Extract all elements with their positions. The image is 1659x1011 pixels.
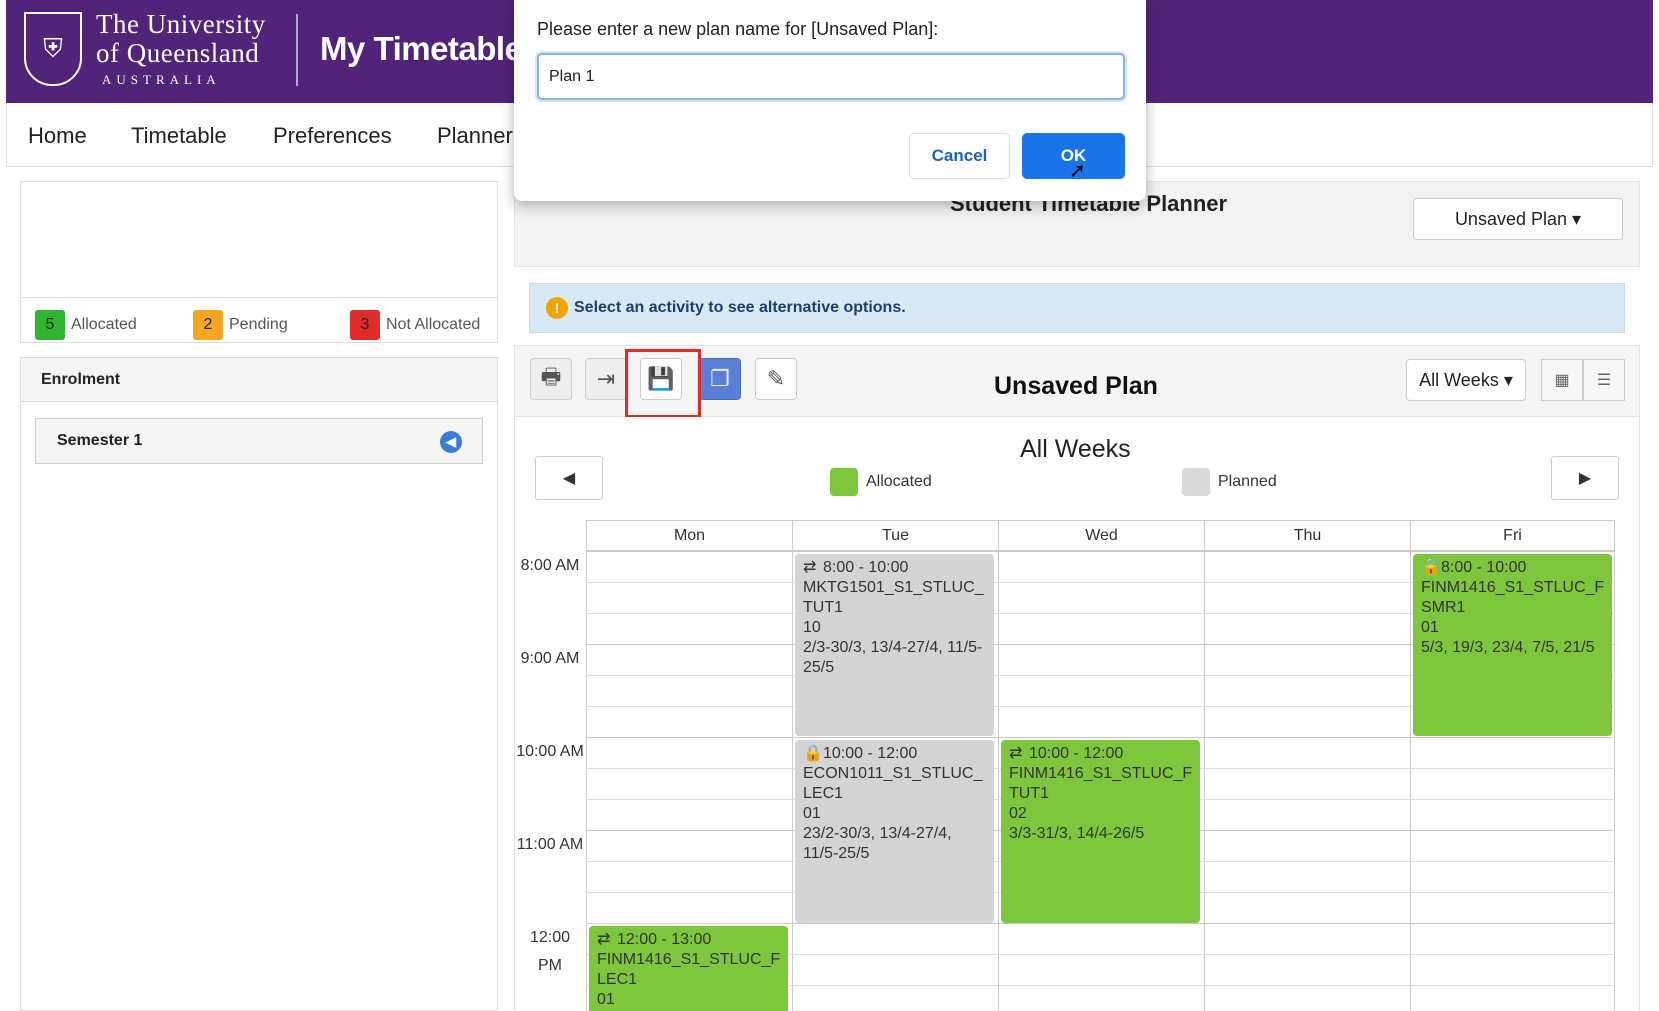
header-divider — [296, 14, 298, 86]
list-icon: ☰ — [1596, 372, 1612, 389]
day-column-thu — [1204, 551, 1410, 1011]
swap-icon: ⇄ — [597, 931, 611, 948]
uq-logo[interactable]: ⛨ The University of Queensland AUSTRALIA — [24, 10, 266, 88]
legend-allocated-label: Allocated — [866, 473, 932, 490]
time-label: 9:00 AM — [520, 650, 580, 667]
allocated-label: Allocated — [71, 316, 137, 333]
grid-line — [586, 551, 1615, 552]
app-title[interactable]: My Timetable — [320, 30, 523, 68]
semester-label: Semester 1 — [57, 432, 143, 449]
lock-icon: 🔒 — [803, 745, 823, 762]
allocated-swatch — [830, 468, 858, 496]
event-card[interactable]: 🔒8:00 - 10:00 FINM1416_S1_STLUC_F SMR1 0… — [1413, 554, 1612, 736]
enrolment-heading: Enrolment — [21, 358, 497, 402]
next-week-button[interactable]: ▶ — [1551, 456, 1619, 500]
print-button[interactable]: 🖶 — [530, 358, 572, 400]
dialog-message: Please enter a new plan name for [Unsave… — [537, 19, 939, 39]
time-label: 8:00 AM — [520, 557, 580, 574]
not-allocated-count-badge: 3 — [350, 310, 380, 340]
status-not-allocated: 3 Not Allocated — [350, 310, 480, 340]
allocated-count-badge: 5 — [35, 310, 65, 340]
grid-view-button[interactable]: ▦ — [1541, 359, 1583, 401]
weeks-dropdown[interactable]: All Weeks ▾ — [1406, 359, 1526, 401]
event-card[interactable]: ⇄ 10:00 - 12:00 FINM1416_S1_STLUC_F TUT1 … — [1001, 740, 1200, 923]
university-name-line3: AUSTRALIA — [102, 72, 221, 87]
pending-label: Pending — [229, 316, 288, 333]
cancel-button[interactable]: Cancel — [909, 133, 1010, 179]
arrow-right-icon: ▶ — [1578, 470, 1592, 487]
warning-icon: ! — [546, 297, 568, 319]
time-label: 11:00 AM — [516, 836, 584, 853]
list-view-button[interactable]: ☰ — [1583, 359, 1625, 401]
allocation-summary-panel: 5 Allocated 2 Pending 3 Not Allocated — [20, 181, 498, 343]
nav-preferences[interactable]: Preferences — [273, 123, 392, 149]
event-card[interactable]: ⇄ 12:00 - 13:00 FINM1416_S1_STLUC_F LEC1 … — [589, 926, 788, 1011]
export-icon: ⇥ — [596, 366, 616, 391]
grid-line — [586, 737, 1615, 738]
rename-plan-dialog: Please enter a new plan name for [Unsave… — [514, 0, 1146, 201]
plan-name-input[interactable] — [537, 53, 1125, 100]
day-header-thu: Thu — [1204, 520, 1410, 551]
swap-icon: ⇄ — [1009, 745, 1023, 762]
legend-allocated: Allocated — [830, 468, 932, 496]
not-allocated-label: Not Allocated — [386, 316, 481, 333]
legend-planned: Planned — [1182, 468, 1277, 496]
nav-planner[interactable]: Planner — [437, 123, 513, 149]
globe-icon[interactable]: ◀ — [440, 431, 462, 453]
copy-button[interactable]: ❐ — [699, 358, 741, 400]
university-name-line2: of Queensland — [96, 38, 260, 68]
day-header-wed: Wed — [998, 520, 1204, 551]
pencil-icon: ✎ — [766, 366, 786, 391]
plan-name-title: Unsaved Plan — [994, 372, 1158, 400]
semester-item[interactable]: Semester 1 ◀ — [35, 418, 483, 464]
info-message: Select an activity to see alternative op… — [574, 299, 906, 316]
status-row: 5 Allocated 2 Pending 3 Not Allocated — [21, 297, 497, 344]
save-button-highlight — [625, 349, 701, 418]
university-name-line1: The University — [96, 9, 266, 39]
nav-timetable[interactable]: Timetable — [131, 123, 227, 149]
mouse-cursor-icon: ➚ — [1069, 160, 1086, 182]
time-label: 12:00 PM — [529, 929, 571, 974]
status-pending: 2 Pending — [193, 310, 288, 340]
status-allocated: 5 Allocated — [35, 310, 137, 340]
grid-line — [586, 923, 1615, 924]
plan-dropdown[interactable]: Unsaved Plan ▾ — [1413, 198, 1623, 240]
edit-button[interactable]: ✎ — [755, 358, 797, 400]
lock-icon: 🔒 — [1421, 559, 1441, 576]
pending-count-badge: 2 — [193, 310, 223, 340]
weeks-title: All Weeks — [1020, 435, 1131, 463]
day-header-tue: Tue — [792, 520, 998, 551]
event-card[interactable]: 🔒10:00 - 12:00 ECON1011_S1_STLUC_ LEC1 0… — [795, 740, 994, 923]
timetable-grid: Mon Tue Wed Thu Fri ⇄ 8:00 - 10:00 MKTG15… — [586, 520, 1615, 1011]
arrow-left-icon: ◀ — [562, 470, 576, 487]
day-header-mon: Mon — [586, 520, 792, 551]
day-header-fri: Fri — [1410, 520, 1615, 551]
planned-swatch — [1182, 468, 1210, 496]
printer-icon: 🖶 — [540, 364, 562, 389]
enrolment-panel: Enrolment Semester 1 ◀ — [20, 357, 498, 1011]
event-card[interactable]: ⇄ 8:00 - 10:00 MKTG1501_S1_STLUC_ TUT1 10… — [795, 554, 994, 736]
swap-icon: ⇄ — [803, 559, 817, 576]
legend-planned-label: Planned — [1218, 473, 1277, 490]
crest-icon: ⛨ — [24, 12, 82, 86]
export-button[interactable]: ⇥ — [585, 358, 627, 400]
prev-week-button[interactable]: ◀ — [535, 456, 603, 500]
copy-icon: ❐ — [710, 366, 730, 391]
info-bar: ! Select an activity to see alternative … — [529, 283, 1625, 333]
nav-home[interactable]: Home — [28, 123, 87, 149]
grid-icon: ▦ — [1554, 372, 1570, 389]
time-label: 10:00 AM — [516, 743, 584, 760]
